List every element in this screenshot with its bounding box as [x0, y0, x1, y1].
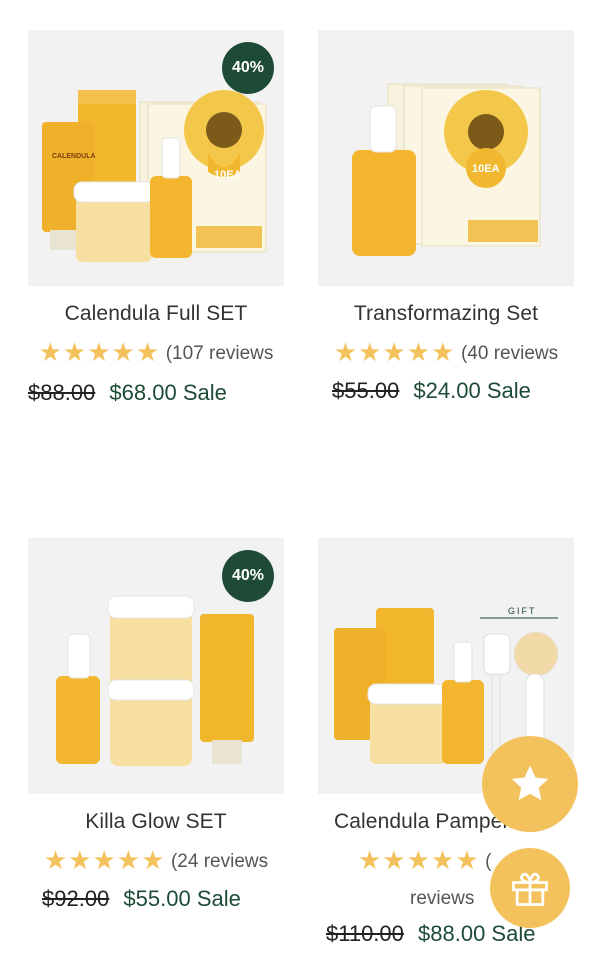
- gift-button[interactable]: [490, 848, 570, 928]
- review-count: (24 reviews: [170, 851, 269, 872]
- sale-price: $24.00 Sale: [413, 378, 531, 403]
- product-photo: 10EA: [352, 83, 541, 256]
- review-count: (107 reviews: [165, 343, 274, 364]
- product-title[interactable]: Transformazing Set: [318, 302, 574, 326]
- review-count-line2: reviews: [410, 888, 475, 909]
- svg-text:CALENDULA: CALENDULA: [52, 153, 96, 160]
- old-price: $110.00: [326, 921, 404, 946]
- gift-icon: [512, 872, 548, 906]
- discount-badge: 40%: [222, 550, 274, 602]
- old-price: $55.00: [332, 378, 400, 403]
- old-price: $88.00: [28, 380, 96, 405]
- price-row: $55.00 $24.00 Sale: [318, 378, 574, 404]
- rating-stars-icon: ★★★★★: [43, 845, 166, 875]
- rating-stars-icon: ★★★★★: [358, 845, 480, 875]
- discount-badge: 40%: [222, 42, 274, 94]
- sale-price: $55.00 Sale: [123, 886, 241, 911]
- product-image[interactable]: 40%: [28, 538, 284, 794]
- product-title[interactable]: Killa Glow SET: [28, 810, 284, 834]
- price-row: $88.00 $68.00 Sale: [28, 380, 284, 406]
- product-card[interactable]: 10EA CALENDULA 40% Calendula Full SET ★★…: [28, 30, 284, 406]
- star-icon: [511, 765, 549, 801]
- svg-text:GIFT: GIFT: [508, 606, 537, 616]
- product-card[interactable]: 10EA Transformazing Set ★★★★★ (40 review…: [318, 30, 574, 404]
- review-count: (40 reviews: [460, 343, 559, 364]
- svg-text:10EA: 10EA: [472, 163, 500, 175]
- svg-text:10EA: 10EA: [214, 169, 242, 181]
- old-price: $92.00: [42, 886, 110, 911]
- rating-stars-icon: ★★★★★: [38, 337, 161, 367]
- product-image[interactable]: 10EA: [318, 30, 574, 286]
- product-rating: ★★★★★ (107 reviews: [28, 334, 284, 372]
- price-row: $92.00 $55.00 Sale: [28, 886, 284, 912]
- product-title[interactable]: Calendula Full SET: [28, 302, 284, 326]
- product-image[interactable]: 10EA CALENDULA 40%: [28, 30, 284, 286]
- rating-stars-icon: ★★★★★: [333, 337, 456, 367]
- sale-price: $68.00 Sale: [109, 380, 227, 405]
- product-card[interactable]: 40% Killa Glow SET ★★★★★ (24 reviews $92…: [28, 538, 284, 912]
- review-count: (: [485, 851, 492, 872]
- rewards-star-button[interactable]: [482, 736, 578, 832]
- product-rating: ★★★★★ (40 reviews: [318, 334, 574, 372]
- product-rating: ★★★★★ (24 reviews: [28, 842, 284, 880]
